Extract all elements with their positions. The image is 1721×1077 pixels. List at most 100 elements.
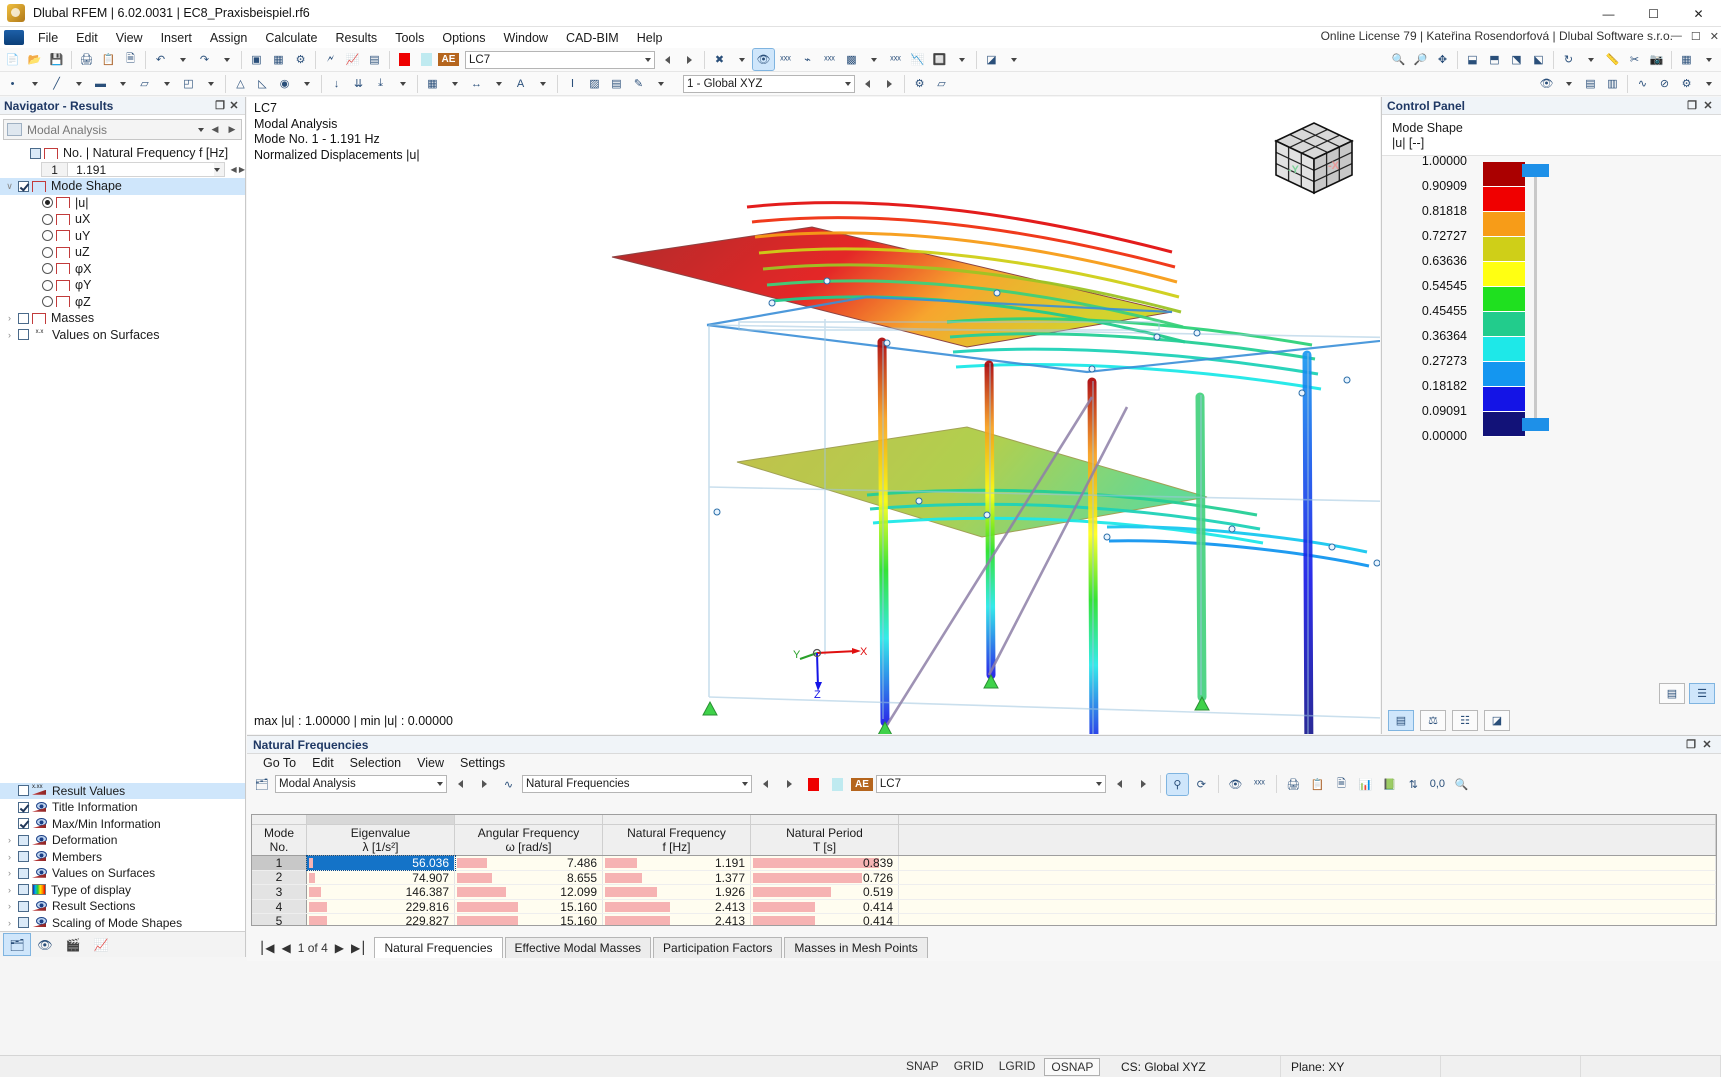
cell-eigenvalue[interactable]: 74.907 (307, 871, 455, 885)
delete-results-dropdown-icon[interactable] (731, 49, 752, 70)
show-results-icon[interactable]: 👁 (753, 49, 774, 70)
legend-slider-max-handle[interactable] (1522, 164, 1549, 177)
cell-period[interactable]: 0.414 (751, 914, 899, 926)
checkbox[interactable] (18, 785, 29, 796)
cad-tools-icon[interactable]: ✎ (628, 73, 649, 94)
grid-header-cell[interactable]: Eigenvalueλ [1/s²] (307, 825, 455, 855)
legend-edit-icon[interactable]: ▤ (1659, 683, 1685, 704)
navigator-item--z[interactable]: φZ (0, 294, 245, 311)
navigator-tab-results-icon[interactable]: 📈 (88, 934, 114, 955)
loadcase-cyan-swatch[interactable] (416, 49, 437, 70)
visibility-icon[interactable]: 👁 (1536, 73, 1557, 94)
select-special-icon[interactable]: ▦ (268, 49, 289, 70)
navigator-display-item-result-values[interactable]: x.xxResult Values (0, 783, 245, 800)
navigator-tab-views-icon[interactable]: 🎬 (60, 934, 86, 955)
cell-eigenvalue[interactable]: 146.387 (307, 885, 455, 899)
page-setup-icon[interactable]: 🗎 (120, 49, 141, 70)
table-filter-icon[interactable]: ⚲ (1167, 774, 1188, 795)
layers-icon[interactable]: ▤ (1580, 73, 1601, 94)
table-menu-view[interactable]: View (409, 755, 452, 771)
cs-next-icon[interactable] (879, 73, 900, 94)
menu-results[interactable]: Results (327, 29, 387, 47)
loadcase-next-icon[interactable] (679, 49, 700, 70)
visibility-dropdown[interactable] (1558, 73, 1579, 94)
nodal-load-icon[interactable]: ↓ (326, 73, 347, 94)
new-node-dropdown[interactable] (24, 73, 45, 94)
table-tab-participation-factors[interactable]: Participation Factors (653, 937, 782, 958)
grid-header-cell[interactable]: Angular Frequencyω [rad/s] (455, 825, 603, 855)
cell-eigenvalue[interactable]: 56.036 (307, 856, 455, 870)
cell-freq[interactable]: 1.926 (603, 885, 751, 899)
checkbox[interactable] (18, 835, 29, 846)
group-icon[interactable]: ▥ (1602, 73, 1623, 94)
text-annotation-icon[interactable]: A (510, 73, 531, 94)
menu-tools[interactable]: Tools (386, 29, 433, 47)
checkbox[interactable] (18, 329, 29, 340)
view-xz-icon[interactable]: ⬒ (1484, 49, 1505, 70)
legend-slider-track[interactable] (1534, 173, 1537, 431)
table-export-icon[interactable]: 🗎 (1331, 774, 1352, 795)
mode-selector-combo[interactable]: 11.191 (41, 162, 225, 177)
table-row[interactable]: 274.9078.6551.3770.726 (252, 871, 1716, 886)
radio-button[interactable] (42, 296, 53, 307)
expander-icon[interactable]: › (4, 918, 15, 928)
new-surface-dropdown[interactable] (156, 73, 177, 94)
new-member-dropdown[interactable] (112, 73, 133, 94)
navigator-display-item-max-min-information[interactable]: Max/Min Information (0, 816, 245, 833)
navigator-item-ux[interactable]: uX (0, 211, 245, 228)
open-icon[interactable]: 📂 (24, 49, 45, 70)
loadcase-prev-icon[interactable] (657, 49, 678, 70)
view-yz-icon[interactable]: ⬔ (1506, 49, 1527, 70)
result-sections-icon[interactable]: 🔲 (929, 49, 950, 70)
expander-icon[interactable]: › (4, 885, 15, 895)
support-dropdown[interactable] (296, 73, 317, 94)
checkbox[interactable] (30, 148, 41, 159)
table-row[interactable]: 156.0367.4861.1910.839 (252, 856, 1716, 871)
checkbox[interactable] (18, 181, 29, 192)
table-report-icon[interactable]: 📋 (1307, 774, 1328, 795)
navigator-item-no-natural-frequency-f-hz-[interactable]: No. | Natural Frequency f [Hz] (0, 145, 245, 162)
hide-icon[interactable]: ⊘ (1654, 73, 1675, 94)
annotation-dropdown[interactable] (532, 73, 553, 94)
minimize-button[interactable]: — (1586, 0, 1631, 27)
delete-results-icon[interactable]: ✖ (709, 49, 730, 70)
legend-slider-min-handle[interactable] (1522, 418, 1549, 431)
cs-settings-icon[interactable]: ⚙ (909, 73, 930, 94)
stiffness-icon[interactable]: ∿ (1632, 73, 1653, 94)
new-solid-icon[interactable]: ◰ (178, 73, 199, 94)
result-values-icon[interactable]: ˣˣˣ (775, 49, 796, 70)
cell-freq[interactable]: 1.191 (603, 856, 751, 870)
member-hinge-icon[interactable]: ◉ (274, 73, 295, 94)
new-icon[interactable]: 📄 (2, 49, 23, 70)
result-diagram-icon[interactable]: 📉 (907, 49, 928, 70)
pager-first-icon[interactable]: ⎮◀ (259, 941, 274, 955)
rotate-view-icon[interactable]: ↻ (1558, 49, 1579, 70)
redo-icon[interactable]: ↷ (194, 49, 215, 70)
table-type-prev-icon[interactable] (755, 774, 776, 795)
menu-edit[interactable]: Edit (67, 29, 107, 47)
checkbox[interactable] (18, 851, 29, 862)
cell-eigenvalue[interactable]: 229.816 (307, 900, 455, 914)
new-surface-icon[interactable]: ▱ (134, 73, 155, 94)
pan-icon[interactable]: ✥ (1432, 49, 1453, 70)
select-icon[interactable]: ▣ (246, 49, 267, 70)
table-refresh-icon[interactable]: ⟳ (1191, 774, 1212, 795)
table-menu-go-to[interactable]: Go To (255, 755, 304, 771)
checkbox[interactable] (18, 884, 29, 895)
navigator-analysis-selector[interactable]: Modal Analysis ◀ ▶ (3, 119, 242, 140)
zoom-all-icon[interactable]: 🔍 (1388, 49, 1409, 70)
table-tab-natural-frequencies[interactable]: Natural Frequencies (374, 937, 502, 958)
expander-icon[interactable]: › (4, 901, 15, 911)
settings-icon[interactable]: ⚙ (290, 49, 311, 70)
redo-dropdown-icon[interactable] (216, 49, 237, 70)
cell-eigenvalue[interactable]: 229.827 (307, 914, 455, 926)
navigator-item--x[interactable]: φX (0, 261, 245, 278)
snap-toggle-snap[interactable]: SNAP (900, 1058, 945, 1076)
navigator-item-values-on-surfaces[interactable]: ›x.xValues on Surfaces (0, 327, 245, 344)
table-row[interactable]: 4229.81615.1602.4130.414 (252, 900, 1716, 915)
grid-column-handle[interactable] (603, 815, 751, 824)
menu-file[interactable]: File (29, 29, 67, 47)
mesh-icon[interactable]: ▦ (422, 73, 443, 94)
expander-icon[interactable]: › (4, 868, 15, 878)
navigator-display-item-title-information[interactable]: Title Information (0, 799, 245, 816)
